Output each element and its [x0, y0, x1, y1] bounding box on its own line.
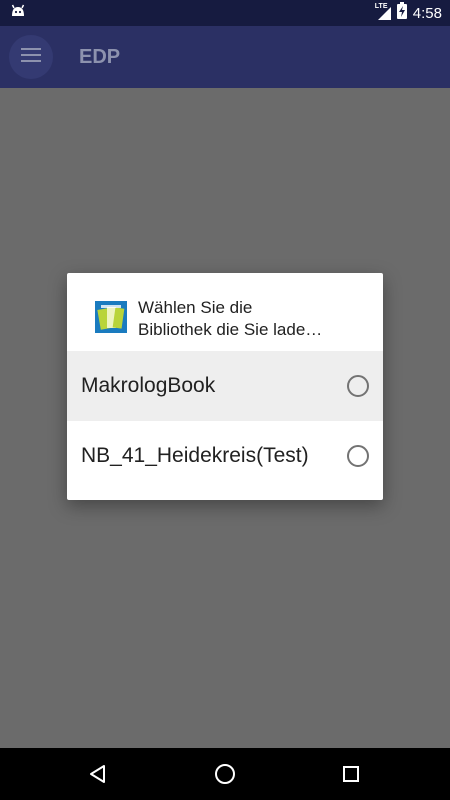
- library-select-dialog: Wählen Sie die Bibliothek die Sie lade… …: [67, 273, 383, 500]
- radio-button[interactable]: [347, 445, 369, 467]
- option-nb-41-heidekreis[interactable]: NB_41_Heidekreis(Test): [67, 421, 383, 491]
- library-app-icon: [95, 301, 127, 333]
- option-makrologbook[interactable]: MakrologBook: [67, 351, 383, 421]
- option-label: MakrologBook: [81, 374, 216, 397]
- dialog-title-line-2: Bibliothek die Sie lade…: [138, 320, 323, 339]
- dialog-title-line-1: Wählen Sie die: [138, 298, 253, 317]
- recents-icon[interactable]: [337, 760, 365, 788]
- dialog-title: Wählen Sie die Bibliothek die Sie lade…: [138, 297, 368, 341]
- home-icon[interactable]: [211, 760, 239, 788]
- status-bar: LTE 4:58: [0, 0, 450, 26]
- back-icon[interactable]: [84, 760, 112, 788]
- radio-button[interactable]: [347, 375, 369, 397]
- signal-icon: LTE: [375, 3, 391, 21]
- app-bar: EDP: [0, 26, 450, 88]
- app-title: EDP: [79, 45, 121, 68]
- navigation-bar: [0, 748, 450, 800]
- battery-charging-icon: [396, 2, 407, 24]
- option-label: NB_41_Heidekreis(Test): [81, 444, 309, 467]
- menu-button[interactable]: [9, 35, 53, 79]
- android-notification-icon: [10, 4, 26, 23]
- status-time: 4:58: [412, 4, 442, 22]
- dialog-header: Wählen Sie die Bibliothek die Sie lade…: [67, 273, 383, 351]
- hamburger-menu-icon: [21, 47, 41, 68]
